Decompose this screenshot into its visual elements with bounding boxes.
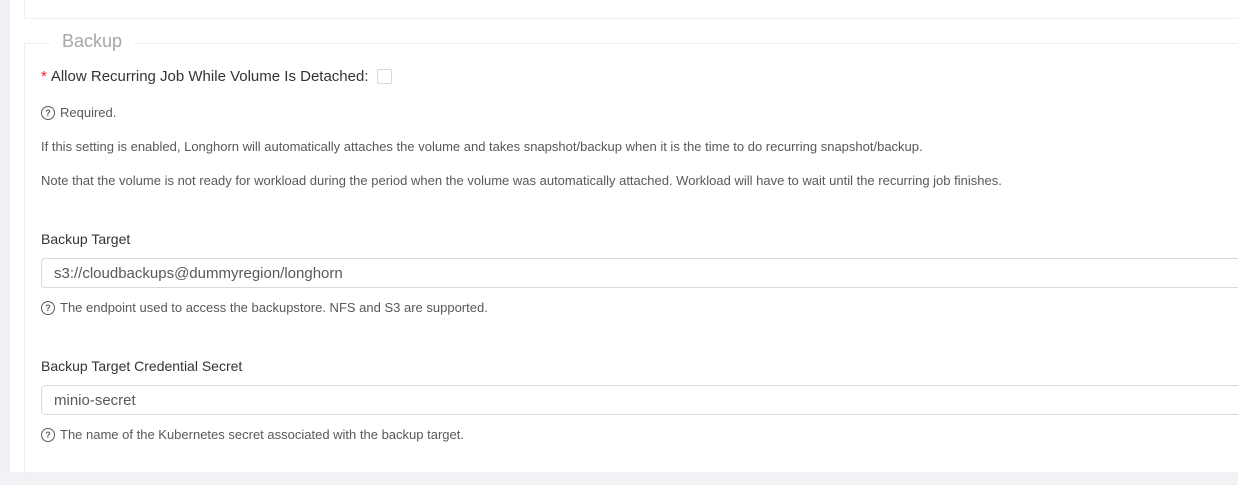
credential-secret-label: Backup Target Credential Secret xyxy=(41,358,243,374)
question-circle-icon: ? xyxy=(41,300,55,315)
recurring-job-field: * Allow Recurring Job While Volume Is De… xyxy=(41,68,392,85)
recurring-job-help-text: Required. xyxy=(60,105,117,120)
section-legend: Backup xyxy=(50,30,135,52)
recurring-job-description-1: If this setting is enabled, Longhorn wil… xyxy=(41,139,923,154)
credential-secret-help-text: The name of the Kubernetes secret associ… xyxy=(60,427,464,442)
recurring-job-help: ? Required. xyxy=(41,105,116,120)
question-circle-icon: ? xyxy=(41,427,55,442)
required-mark: * xyxy=(41,68,47,85)
recurring-job-label: Allow Recurring Job While Volume Is Deta… xyxy=(50,68,369,85)
credential-secret-help: ? The name of the Kubernetes secret asso… xyxy=(41,427,464,442)
backup-target-label: Backup Target xyxy=(41,231,131,247)
recurring-job-description-2: Note that the volume is not ready for wo… xyxy=(41,173,1002,188)
question-circle-icon: ? xyxy=(41,105,55,120)
backup-target-input[interactable]: s3://cloudbackups@dummyregion/longhorn xyxy=(41,258,1238,288)
recurring-job-checkbox[interactable] xyxy=(376,69,392,84)
previous-section-border xyxy=(24,0,1238,19)
credential-secret-input[interactable]: minio-secret xyxy=(41,385,1238,415)
backup-target-help: ? The endpoint used to access the backup… xyxy=(41,300,488,315)
sidebar-strip xyxy=(0,0,10,472)
settings-content: Backup * Allow Recurring Job While Volum… xyxy=(10,0,1238,485)
backup-target-help-text: The endpoint used to access the backupst… xyxy=(60,300,488,315)
